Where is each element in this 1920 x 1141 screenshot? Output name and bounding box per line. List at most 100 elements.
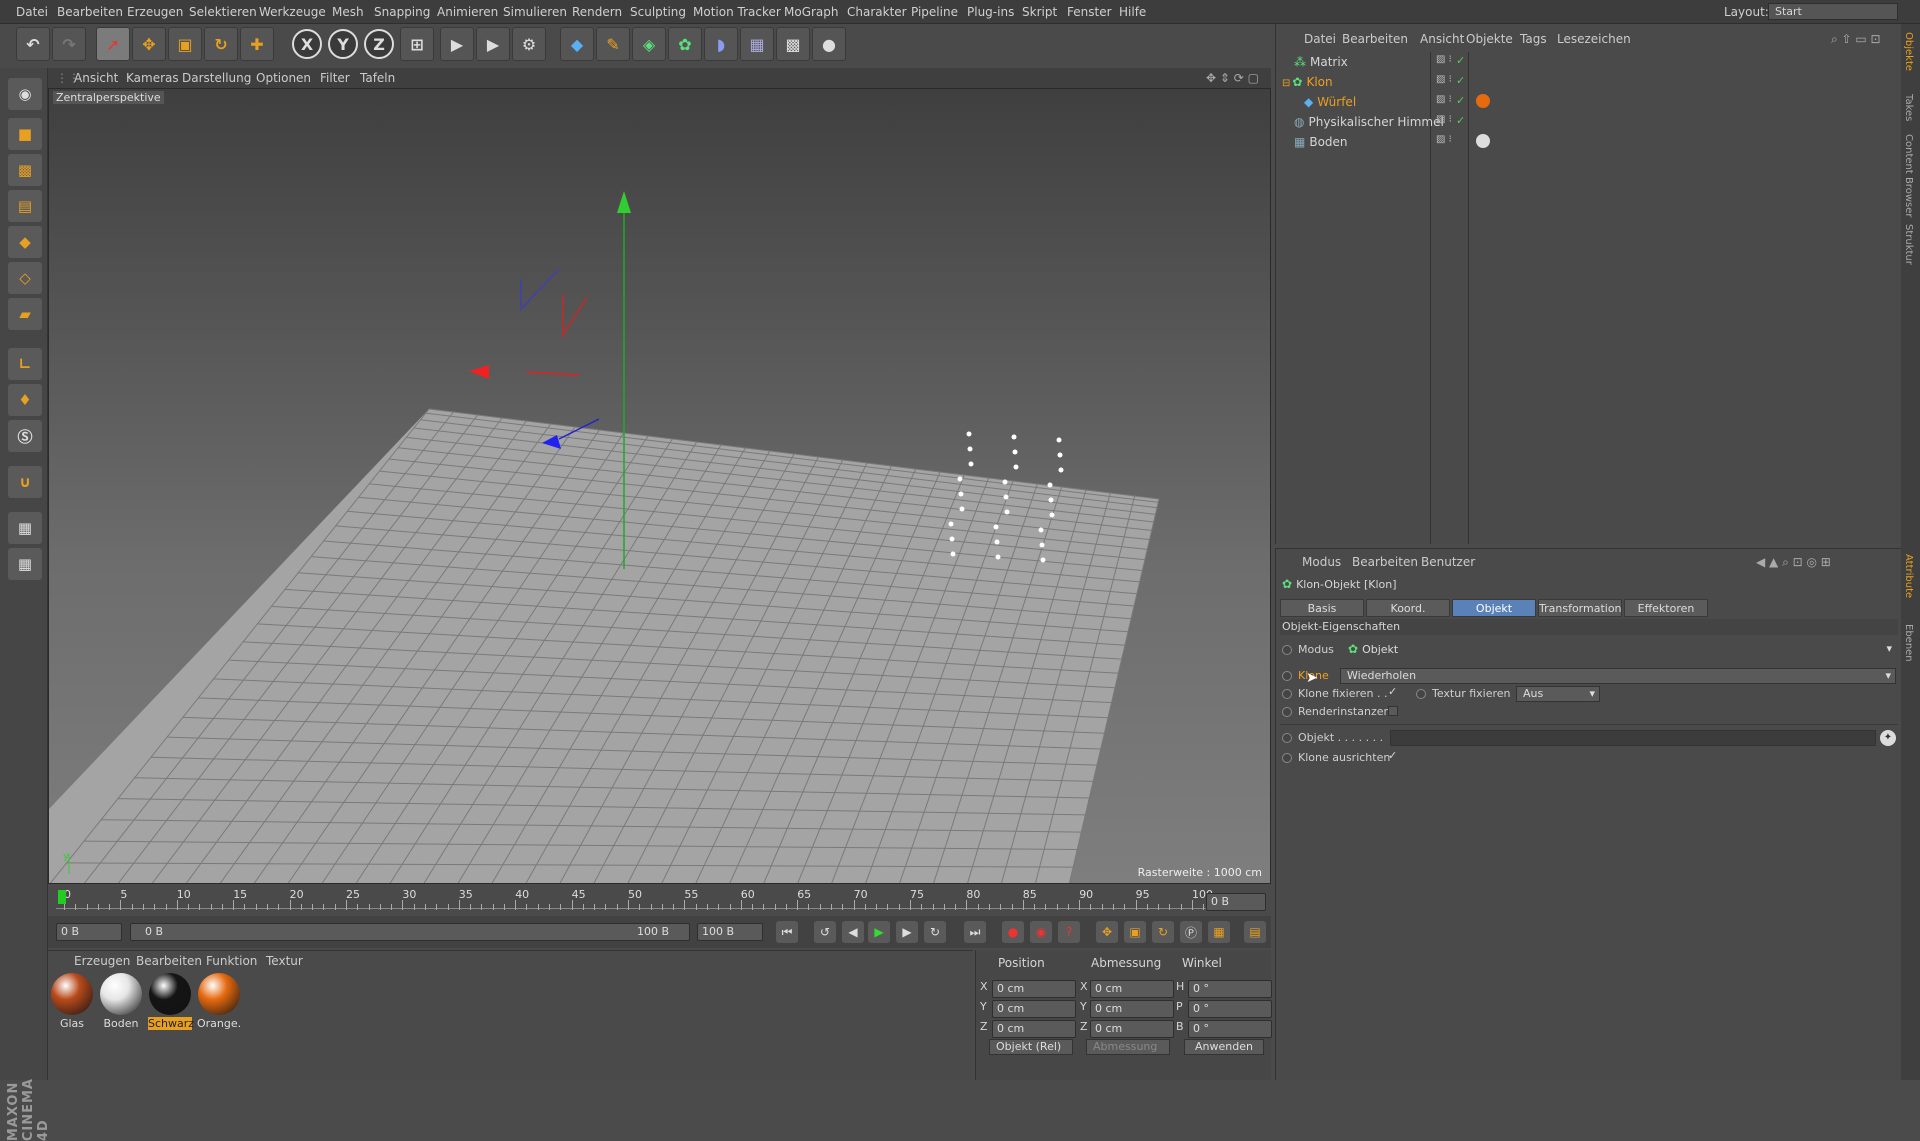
axis-mode-icon[interactable]: ∟ xyxy=(8,348,42,380)
axis-y-button[interactable]: Y xyxy=(328,29,358,59)
vp-menu-filter[interactable]: Filter xyxy=(320,68,350,88)
make-editable-icon[interactable]: ◉ xyxy=(8,78,42,110)
preview-range-slider[interactable]: 0 B 100 B xyxy=(130,923,690,941)
tab-koord[interactable]: Koord. xyxy=(1366,599,1450,617)
mat-menu-textur[interactable]: Textur xyxy=(266,952,303,970)
attr-menu-benutzer[interactable]: Benutzer xyxy=(1421,555,1475,569)
menu-charakter[interactable]: Charakter xyxy=(847,0,907,24)
anim-dot[interactable] xyxy=(1282,707,1292,717)
obj-menu-datei[interactable]: Datei xyxy=(1304,32,1336,46)
key-position-icon[interactable]: ✥ xyxy=(1096,921,1118,943)
spline-pen-icon[interactable]: ✎ xyxy=(596,27,630,61)
cube-icon[interactable]: ◆ xyxy=(560,27,594,61)
menu-fenster[interactable]: Fenster xyxy=(1067,0,1112,24)
menu-hilfe[interactable]: Hilfe xyxy=(1119,0,1146,24)
coord-mode-dropdown[interactable]: Objekt (Rel) xyxy=(989,1039,1073,1055)
visibility-toggle[interactable]: ▨ ⁝ xyxy=(1436,94,1452,105)
redo-icon[interactable]: ↷ xyxy=(52,27,86,61)
visibility-toggle[interactable]: ▨ ⁝ xyxy=(1436,114,1452,125)
enabled-check-icon[interactable]: ✓ xyxy=(1456,114,1465,127)
grid-icon[interactable]: ▦ xyxy=(8,548,42,580)
prev-key-icon[interactable]: ↺ xyxy=(814,921,836,943)
menu-mesh[interactable]: Mesh xyxy=(332,0,364,24)
deformer-icon[interactable]: ◗ xyxy=(704,27,738,61)
side-tab-objekte[interactable]: Objekte xyxy=(1903,32,1914,71)
object-row-matrix[interactable]: ⁂ Matrix xyxy=(1294,52,1348,72)
material-swatch[interactable]: Orange. xyxy=(197,973,241,1033)
anim-dot[interactable] xyxy=(1282,753,1292,763)
cloner-icon[interactable]: ✿ xyxy=(668,27,702,61)
goto-start-icon[interactable]: ⏮ xyxy=(776,921,798,943)
edges-mode-icon[interactable]: ◇ xyxy=(8,262,42,294)
object-row-wuerfel[interactable]: ◆ Würfel xyxy=(1304,92,1356,112)
magnet-icon[interactable]: ∪ xyxy=(8,466,42,498)
axis-z-button[interactable]: Z xyxy=(364,29,394,59)
tab-objekt[interactable]: Objekt xyxy=(1452,599,1536,617)
coord-size-field[interactable]: 0 cm xyxy=(1090,980,1174,998)
anim-dot[interactable] xyxy=(1282,671,1292,681)
attr-menu-modus[interactable]: Modus xyxy=(1302,555,1341,569)
key-pla-icon[interactable]: ▦ xyxy=(1208,921,1230,943)
obj-menu-lesezeichen[interactable]: Lesezeichen xyxy=(1557,32,1631,46)
key-rotation-icon[interactable]: ↻ xyxy=(1152,921,1174,943)
end-frame-field[interactable]: 100 B xyxy=(697,923,763,941)
menu-rendern[interactable]: Rendern xyxy=(572,0,622,24)
obj-menu-ansicht[interactable]: Ansicht xyxy=(1420,32,1464,46)
move-tool-icon[interactable]: ✥ xyxy=(132,27,166,61)
playhead[interactable] xyxy=(58,890,66,904)
visibility-toggle[interactable]: ▨ ⁝ xyxy=(1436,54,1452,65)
klone-dropdown[interactable]: Wiederholen ▾ xyxy=(1340,668,1896,684)
light-icon[interactable]: ● xyxy=(812,27,846,61)
renderinstanzen-checkbox[interactable] xyxy=(1388,706,1398,716)
workplane-icon[interactable]: ▤ xyxy=(8,190,42,222)
lock-workplane-icon[interactable]: ▦ xyxy=(8,512,42,544)
render-settings-icon[interactable]: ⚙ xyxy=(512,27,546,61)
tweak-icon[interactable]: ♦ xyxy=(8,384,42,416)
material-tag-icon[interactable] xyxy=(1476,134,1490,148)
scale-tool-icon[interactable]: ▣ xyxy=(168,27,202,61)
next-frame-icon[interactable]: ▶ xyxy=(896,921,918,943)
camera-icon[interactable]: ▩ xyxy=(776,27,810,61)
menu-pipeline[interactable]: Pipeline xyxy=(911,0,958,24)
timeline-window-icon[interactable]: ▤ xyxy=(1244,921,1266,943)
floor-icon[interactable]: ▦ xyxy=(740,27,774,61)
modus-dropdown[interactable]: ✿ Objekt ▾ xyxy=(1342,642,1896,658)
coord-angle-field[interactable]: 0 ° xyxy=(1188,980,1272,998)
model-mode-icon[interactable]: ■ xyxy=(8,118,42,150)
side-tab-takes[interactable]: Takes xyxy=(1903,94,1914,121)
autokey-icon[interactable]: ◉ xyxy=(1030,921,1052,943)
klone-ausrichten-checkbox[interactable]: ✓ xyxy=(1388,749,1397,762)
render-view-icon[interactable]: ▶ xyxy=(440,27,474,61)
timeline[interactable]: 0 5 10 15 20 25 30 35 40 45 50 55 60 65 70 75 80 85 90 95 10… xyxy=(48,886,1271,916)
goto-end-icon[interactable]: ⏭ xyxy=(964,921,986,943)
coord-size-mode-dropdown[interactable]: Abmessung xyxy=(1086,1039,1170,1055)
tab-transformation[interactable]: Transformation xyxy=(1538,599,1622,617)
apply-button[interactable]: Anwenden xyxy=(1184,1039,1264,1055)
menu-skript[interactable]: Skript xyxy=(1022,0,1057,24)
menu-datei[interactable]: Datei xyxy=(16,0,48,24)
menu-animieren[interactable]: Animieren xyxy=(437,0,498,24)
collapse-icon[interactable]: ⊟ xyxy=(1282,78,1290,89)
obj-manager-tools-icons[interactable]: ⌕ ⇧ ▭ ⊡ xyxy=(1831,32,1881,47)
coord-angle-field[interactable]: 0 ° xyxy=(1188,1000,1272,1018)
vp-menu-optionen[interactable]: Optionen xyxy=(256,68,311,88)
prev-frame-icon[interactable]: ◀ xyxy=(842,921,864,943)
start-frame-field[interactable]: 0 B xyxy=(56,923,122,941)
play-icon[interactable]: ▶ xyxy=(868,921,890,943)
side-tab-attribute[interactable]: Attribute xyxy=(1903,554,1914,598)
live-selection-icon[interactable]: ✚ xyxy=(240,27,274,61)
viewport-nav-icons[interactable]: ✥ ⇕ ⟳ ▢ xyxy=(1206,68,1259,88)
tab-basis[interactable]: Basis xyxy=(1280,599,1364,617)
object-row-klon[interactable]: ⊟ ✿ Klon xyxy=(1282,72,1333,92)
tab-effektoren[interactable]: Effektoren xyxy=(1624,599,1708,617)
menu-motion-tracker[interactable]: Motion Tracker xyxy=(693,0,781,24)
menu-mograph[interactable]: MoGraph xyxy=(784,0,839,24)
keyframe-selection-icon[interactable]: ? xyxy=(1058,921,1080,943)
object-row-boden[interactable]: ▦ Boden xyxy=(1294,132,1348,152)
coord-position-field[interactable]: 0 cm xyxy=(992,1020,1076,1038)
undo-icon[interactable]: ↶ xyxy=(16,27,50,61)
subdivision-icon[interactable]: ◈ xyxy=(632,27,666,61)
mat-menu-erzeugen[interactable]: Erzeugen xyxy=(74,952,130,970)
enabled-check-icon[interactable]: ✓ xyxy=(1456,54,1465,67)
anim-dot[interactable] xyxy=(1416,689,1426,699)
